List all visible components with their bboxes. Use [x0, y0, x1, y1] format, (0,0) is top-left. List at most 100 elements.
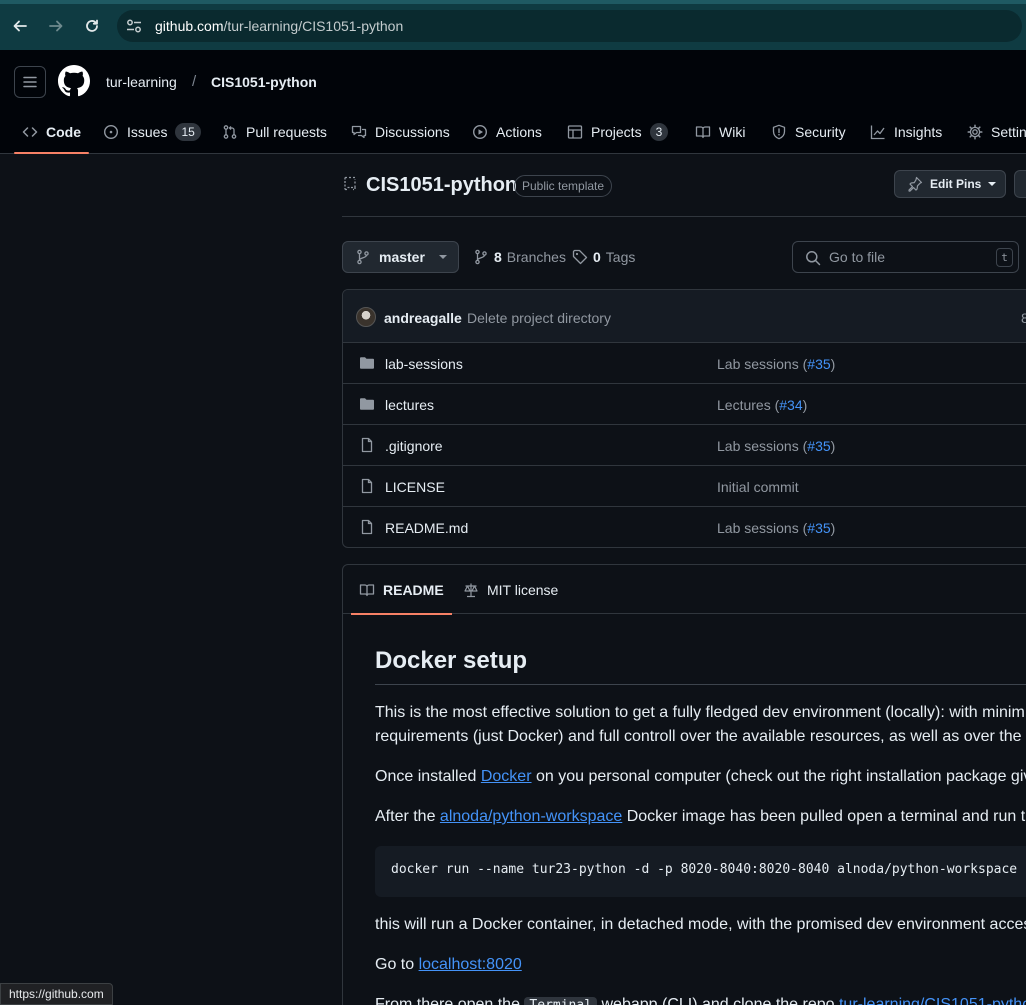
- go-to-file-input[interactable]: Go to file t: [792, 241, 1019, 273]
- visibility-badge: Public template: [514, 175, 613, 197]
- tab-issues-label: Issues: [127, 124, 168, 140]
- issues-count-badge: 15: [175, 123, 201, 141]
- file-name-link[interactable]: lab-sessions: [385, 356, 463, 372]
- github-header: tur-learning / CIS1051-python Code Issue…: [0, 50, 1026, 154]
- tab-code[interactable]: Code: [14, 110, 89, 154]
- readme-tabs: README MIT license: [343, 565, 1026, 615]
- go-to-file-placeholder: Go to file: [829, 249, 886, 265]
- tab-projects[interactable]: Projects 3: [567, 110, 669, 154]
- caret-down-icon: [438, 255, 447, 259]
- pr-link[interactable]: #35: [807, 520, 830, 536]
- edit-pins-button[interactable]: Edit Pins: [894, 170, 1006, 198]
- table-row[interactable]: .gitignore Lab sessions (#35): [343, 425, 1026, 466]
- breadcrumb-repo-link[interactable]: CIS1051-python: [211, 74, 317, 90]
- pr-link[interactable]: #34: [779, 397, 802, 413]
- branches-link[interactable]: 8 Branches: [473, 249, 566, 265]
- tab-pull-requests[interactable]: Pull requests: [222, 110, 327, 154]
- tab-discussions[interactable]: Discussions: [351, 110, 450, 154]
- file-commit-message[interactable]: Lectures (#34): [717, 397, 807, 413]
- file-commit-message[interactable]: Initial commit: [717, 479, 799, 495]
- browser-toolbar: github.com/tur-learning/CIS1051-python: [0, 0, 1026, 50]
- tab-actions[interactable]: Actions: [472, 110, 542, 154]
- table-icon: [567, 125, 583, 139]
- file-icon: [361, 437, 373, 453]
- tab-license[interactable]: MIT license: [463, 565, 558, 614]
- tab-insights[interactable]: Insights: [870, 110, 942, 154]
- watch-button[interactable]: [1014, 170, 1026, 198]
- pin-icon: [908, 176, 923, 192]
- tags-count: 0: [593, 249, 601, 265]
- paragraph-intro-line-2: requirements (just Docker) and full cont…: [375, 728, 1026, 745]
- pr-link[interactable]: #35: [807, 438, 830, 454]
- readme-panel: README MIT license Docker setup This is …: [342, 564, 1026, 1005]
- tab-settings[interactable]: Settin: [967, 110, 1026, 154]
- file-icon: [361, 519, 373, 535]
- arrow-left-icon: [13, 20, 27, 32]
- file-commit-message[interactable]: Lab sessions (#35): [717, 356, 835, 372]
- folder-icon: [360, 357, 374, 369]
- hamburger-icon: [23, 76, 37, 88]
- back-button[interactable]: [6, 12, 34, 40]
- docker-link[interactable]: Docker: [481, 768, 532, 785]
- tab-security[interactable]: Security: [771, 110, 846, 154]
- book-icon: [695, 126, 711, 139]
- table-row[interactable]: lab-sessions Lab sessions (#35): [343, 343, 1026, 384]
- file-commit-message[interactable]: Lab sessions (#35): [717, 438, 835, 454]
- paragraph-docker-install: Once installed Docker on you personal co…: [375, 768, 1026, 785]
- menu-button[interactable]: [14, 66, 46, 98]
- shield-icon: [772, 124, 786, 140]
- repo-name[interactable]: CIS1051-python: [366, 174, 517, 197]
- code-block: docker run --name tur23-python -d -p 802…: [375, 846, 1026, 897]
- branches-label: Branches: [506, 249, 566, 265]
- tab-wiki[interactable]: Wiki: [695, 110, 745, 154]
- folder-icon: [360, 398, 374, 410]
- play-icon: [472, 124, 488, 140]
- paragraph-terminal: From there open the Terminal webapp (CLI…: [375, 993, 1026, 1005]
- forward-button[interactable]: [42, 12, 70, 40]
- repo-navigation: Code Issues 15 Pull requests Discussions…: [0, 110, 1026, 154]
- pr-link[interactable]: #35: [807, 356, 830, 372]
- file-name-link[interactable]: .gitignore: [385, 438, 443, 454]
- file-commit-message[interactable]: Lab sessions (#35): [717, 520, 835, 536]
- breadcrumb-owner-link[interactable]: tur-learning: [106, 74, 177, 90]
- tab-issues[interactable]: Issues 15: [103, 110, 201, 154]
- address-bar[interactable]: github.com/tur-learning/CIS1051-python: [117, 10, 1022, 42]
- search-icon: [806, 251, 821, 266]
- tags-link[interactable]: 0 Tags: [572, 249, 635, 265]
- latest-commit-row: andreagalle Delete project directory 8: [343, 290, 1026, 343]
- repo-clone-link[interactable]: tur-learning/CIS1051-pytho: [839, 996, 1026, 1005]
- tab-readme[interactable]: README: [351, 565, 452, 615]
- gear-icon: [967, 124, 983, 140]
- branch-selector-button[interactable]: master: [342, 241, 459, 273]
- inline-code-terminal: Terminal: [524, 997, 598, 1005]
- python-workspace-link[interactable]: alnoda/python-workspace: [440, 808, 622, 825]
- commit-author-link[interactable]: andreagalle: [384, 310, 462, 326]
- commit-hash-link[interactable]: 8: [1021, 310, 1026, 326]
- caret-down-icon: [988, 182, 997, 186]
- reload-button[interactable]: [78, 12, 106, 40]
- file-name-link[interactable]: lectures: [385, 397, 434, 413]
- site-info-icon[interactable]: [125, 18, 143, 34]
- paragraph-go-to: Go to localhost:8020: [375, 956, 522, 973]
- table-row[interactable]: lectures Lectures (#34): [343, 384, 1026, 425]
- commit-message-link[interactable]: Delete project directory: [467, 310, 611, 326]
- localhost-link[interactable]: localhost:8020: [419, 956, 522, 973]
- table-row[interactable]: README.md Lab sessions (#35): [343, 507, 1026, 547]
- github-logo-icon[interactable]: [58, 65, 90, 97]
- url-text: github.com/tur-learning/CIS1051-python: [155, 18, 404, 34]
- arrow-right-icon: [49, 20, 63, 32]
- tab-license-label: MIT license: [487, 581, 559, 598]
- readme-heading: Docker setup: [375, 647, 528, 674]
- paragraph-container-info: this will run a Docker container, in det…: [375, 916, 1026, 933]
- tab-wiki-label: Wiki: [719, 124, 746, 140]
- docker-run-command: docker run --name tur23-python -d -p 802…: [391, 862, 1018, 877]
- comment-discussion-icon: [351, 125, 367, 139]
- avatar[interactable]: [356, 307, 376, 327]
- shortcut-key-hint: t: [996, 248, 1013, 267]
- tab-readme-label: README: [383, 581, 444, 598]
- file-name-link[interactable]: LICENSE: [385, 479, 445, 495]
- table-row[interactable]: LICENSE Initial commit: [343, 466, 1026, 507]
- file-name-link[interactable]: README.md: [385, 520, 468, 536]
- law-icon: [464, 583, 478, 597]
- file-icon: [361, 478, 373, 494]
